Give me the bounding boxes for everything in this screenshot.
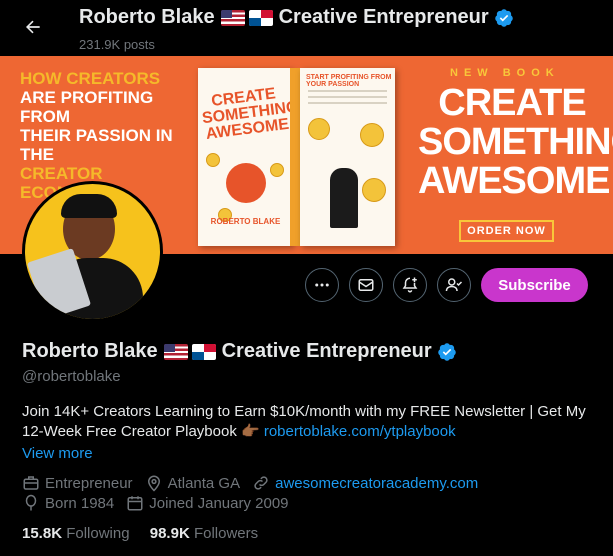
- book-front-cover: CREATE SOMETHING AWESOME ROBERTO BLAKE: [198, 68, 300, 246]
- headline-line: SOMETHING: [418, 121, 613, 163]
- bio-link[interactable]: robertoblake.com/ytplaybook: [264, 423, 456, 440]
- us-flag-icon: [163, 343, 188, 360]
- text-line: [308, 102, 387, 104]
- header-title: Roberto Blake Creative Entrepreneur: [79, 6, 514, 29]
- website-link[interactable]: awesomecreatoracademy.com: [275, 475, 478, 492]
- following-button[interactable]: [437, 268, 471, 302]
- coin-icon: [362, 178, 386, 202]
- message-button[interactable]: [349, 268, 383, 302]
- following-link[interactable]: 15.8K Following: [22, 525, 130, 542]
- joined-item: Joined January 2009: [126, 494, 289, 512]
- subscribe-button[interactable]: Subscribe: [481, 268, 588, 302]
- banner-line: THEIR PASSION IN THE: [20, 126, 173, 164]
- category-item: Entrepreneur: [22, 474, 133, 492]
- person-check-icon: [445, 278, 463, 292]
- book-author: ROBERTO BLAKE: [210, 217, 281, 226]
- balloon-icon: [25, 494, 37, 511]
- display-name: Roberto Blake: [22, 340, 158, 362]
- location-item: Atlanta GA: [145, 474, 241, 492]
- calendar-icon: [127, 496, 143, 511]
- follow-stats: 15.8K Following 98.9K Followers: [22, 525, 258, 542]
- notifications-button[interactable]: [393, 268, 427, 302]
- briefcase-icon: [23, 476, 39, 490]
- book-back-cover: START PROFITING FROM YOUR PASSION: [300, 68, 395, 246]
- text-line: [308, 90, 387, 92]
- avatar-photo: [25, 184, 160, 319]
- location-text: Atlanta GA: [167, 474, 241, 492]
- view-more-link[interactable]: View more: [22, 445, 93, 462]
- coin-icon: [270, 163, 284, 177]
- us-flag-icon: [220, 9, 245, 26]
- book-spine: [290, 68, 300, 246]
- joined-text: Joined January 2009: [149, 494, 289, 512]
- coin-icon: [360, 123, 384, 147]
- headline-line: AWESOME: [418, 160, 610, 202]
- arrow-left-icon: [26, 20, 40, 34]
- coin-icon: [206, 153, 220, 167]
- profile-header-bar: Roberto Blake Creative Entrepreneur 231.…: [0, 0, 613, 56]
- verified-badge-icon[interactable]: [437, 342, 457, 362]
- header-name-suffix: Creative Entrepreneur: [278, 6, 489, 28]
- bell-plus-icon: [402, 277, 418, 293]
- panama-flag-icon: [248, 9, 273, 26]
- coin-icon: [308, 118, 330, 140]
- followers-link[interactable]: 98.9K Followers: [150, 525, 258, 542]
- order-now-button: ORDER NOW: [459, 220, 554, 242]
- profile-meta-row-1: Entrepreneur Atlanta GA awesomecreatorac…: [22, 474, 490, 492]
- header-name: Roberto Blake: [79, 6, 215, 28]
- post-count: 231.9K posts: [79, 37, 155, 52]
- category-text: Entrepreneur: [45, 474, 133, 492]
- banner-line: HOW CREATORS: [20, 69, 161, 88]
- profile-handle: @robertoblake: [22, 368, 121, 385]
- profile-meta-row-2: Born 1984 Joined January 2009: [22, 494, 301, 512]
- profile-bio: Join 14K+ Creators Learning to Earn $10K…: [22, 402, 597, 442]
- book-badge: [226, 163, 266, 203]
- new-book-label: NEW BOOK: [450, 67, 560, 79]
- text-line: [308, 96, 387, 98]
- panama-flag-icon: [191, 343, 216, 360]
- followers-count: 98.9K: [149, 525, 190, 542]
- following-count: 15.8K: [22, 525, 63, 542]
- avatar[interactable]: [22, 181, 163, 322]
- banner-line: ARE PROFITING FROM: [20, 88, 154, 126]
- profile-name: Roberto Blake Creative Entrepreneur: [22, 340, 457, 363]
- link-icon: [254, 476, 268, 490]
- location-pin-icon: [147, 475, 160, 492]
- banner-headline: CREATE SOMETHING AWESOME: [418, 82, 613, 202]
- born-text: Born 1984: [45, 494, 115, 512]
- back-button[interactable]: [18, 12, 48, 42]
- mail-icon: [358, 279, 374, 291]
- book-title: CREATE SOMETHING AWESOME: [201, 85, 300, 143]
- website-item[interactable]: awesomecreatoracademy.com: [252, 474, 478, 492]
- verified-badge-icon: [494, 8, 513, 27]
- person-cap: [61, 194, 117, 218]
- more-button[interactable]: [305, 268, 339, 302]
- author-photo: [330, 168, 358, 228]
- headline-line: CREATE: [438, 82, 586, 124]
- display-name-suffix: Creative Entrepreneur: [221, 340, 432, 362]
- followers-label: Followers: [193, 525, 259, 542]
- birth-item: Born 1984: [22, 494, 114, 512]
- following-label: Following: [66, 525, 130, 542]
- back-cover-heading: START PROFITING FROM YOUR PASSION: [306, 74, 392, 88]
- more-dots-icon: [315, 283, 329, 287]
